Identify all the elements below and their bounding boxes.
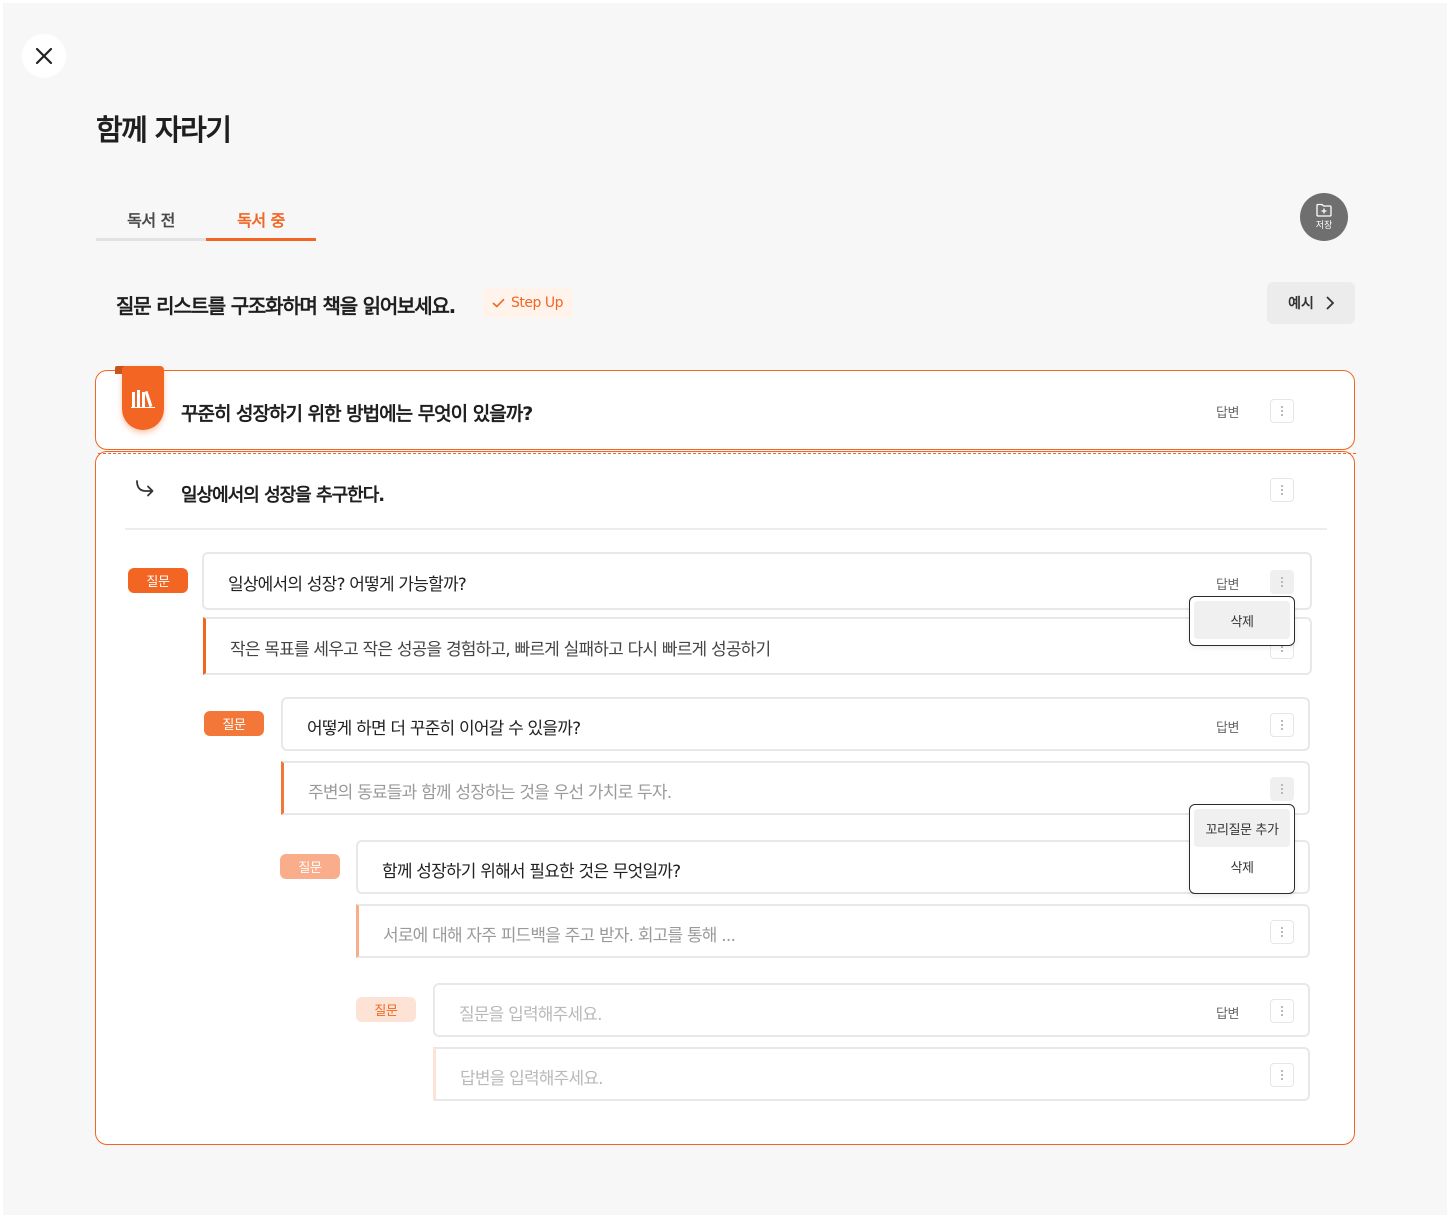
question-more-button[interactable] (1270, 999, 1294, 1023)
main-more-menu-button[interactable] (1270, 399, 1294, 423)
chevron-right-icon (1326, 296, 1334, 310)
reply-arrow-icon (134, 479, 156, 503)
answer-row-3[interactable]: 서로에 대해 자주 피드백을 주고 받자. 회고를 통해 ... (356, 904, 1310, 958)
main-question-text: 꾸준히 성장하기 위한 방법에는 무엇이 있을까? (181, 403, 533, 425)
close-button[interactable] (22, 34, 66, 78)
answer-more-button[interactable] (1270, 920, 1294, 944)
question-more-button[interactable] (1270, 713, 1294, 737)
main-answer-button[interactable]: 답변 (1216, 402, 1239, 421)
answer-button[interactable]: 답변 (1216, 574, 1239, 593)
menu-item-delete[interactable]: 삭제 (1194, 601, 1290, 639)
question-tag: 질문 (280, 854, 340, 879)
question-text[interactable]: 일상에서의 성장? 어떻게 가능할까? (228, 570, 467, 595)
more-vertical-icon (1281, 1005, 1283, 1017)
page-background: 함께 자라기 독서 전 독서 중 저장 질문 리스트를 구조화하며 책을 읽어보… (3, 3, 1447, 1215)
context-menu-delete: 삭제 (1189, 596, 1295, 646)
question-row-3[interactable]: 함께 성장하기 위해서 필요한 것은 무엇일까? (356, 840, 1310, 894)
answer-text[interactable]: 서로에 대해 자주 피드백을 주고 받자. 회고를 통해 ... (383, 921, 736, 946)
sub-answer-text: 일상에서의 성장을 추구한다. (181, 485, 385, 506)
sub-answer-more-button[interactable] (1270, 478, 1294, 502)
save-button[interactable]: 저장 (1300, 193, 1348, 241)
more-vertical-icon (1281, 926, 1283, 938)
folder-plus-icon (1316, 203, 1332, 217)
section-divider (125, 528, 1327, 530)
close-icon (35, 47, 53, 65)
question-more-button[interactable] (1270, 570, 1294, 594)
check-icon (492, 298, 505, 308)
answer-input[interactable]: 답변을 입력해주세요. (460, 1064, 604, 1089)
question-row-1[interactable]: 일상에서의 성장? 어떻게 가능할까? 답변 (202, 552, 1312, 610)
tab-bar: 독서 전 독서 중 (96, 202, 316, 241)
answer-row-2[interactable]: 주변의 동료들과 함께 성장하는 것을 우선 가치로 두자. (281, 761, 1310, 815)
question-input[interactable]: 질문을 입력해주세요. (459, 1000, 603, 1025)
question-tag: 질문 (128, 568, 188, 593)
more-vertical-icon (1281, 783, 1283, 795)
page-title: 함께 자라기 (96, 113, 232, 147)
answer-button[interactable]: 답변 (1216, 1003, 1239, 1022)
save-label: 저장 (1315, 221, 1333, 231)
dashed-divider (98, 453, 1356, 454)
context-menu-answer: 꼬리질문 추가 삭제 (1189, 804, 1295, 894)
question-text[interactable]: 함께 성장하기 위해서 필요한 것은 무엇일까? (382, 857, 681, 882)
question-input-row[interactable]: 질문을 입력해주세요. 답변 (433, 983, 1310, 1037)
step-up-label: Step Up (511, 295, 563, 311)
question-tag: 질문 (204, 711, 264, 736)
tab-while-reading[interactable]: 독서 중 (206, 202, 316, 241)
tab-before-reading[interactable]: 독서 전 (96, 202, 206, 238)
section-heading: 질문 리스트를 구조화하며 책을 읽어보세요. (116, 294, 456, 318)
more-vertical-icon (1281, 576, 1283, 588)
main-question-badge (122, 366, 164, 430)
question-row-2[interactable]: 어떻게 하면 더 꾸준히 이어갈 수 있을까? 답변 (281, 697, 1310, 751)
answer-more-button[interactable] (1270, 1063, 1294, 1087)
question-tag: 질문 (356, 997, 416, 1022)
answer-row-1[interactable]: 작은 목표를 세우고 작은 성공을 경험하고, 빠르게 실패하고 다시 빠르게 … (203, 617, 1312, 675)
step-up-badge[interactable]: Step Up (482, 288, 573, 318)
more-vertical-icon (1281, 1069, 1283, 1081)
books-icon (131, 390, 155, 408)
example-button[interactable]: 예시 (1267, 282, 1355, 324)
answer-more-button[interactable] (1270, 777, 1294, 801)
more-vertical-icon (1281, 719, 1283, 731)
answer-text[interactable]: 주변의 동료들과 함께 성장하는 것을 우선 가치로 두자. (308, 778, 672, 803)
more-vertical-icon (1281, 484, 1283, 496)
example-label: 예시 (1288, 296, 1314, 312)
question-text[interactable]: 어떻게 하면 더 꾸준히 이어갈 수 있을까? (307, 714, 581, 739)
answer-input-row[interactable]: 답변을 입력해주세요. (433, 1047, 1310, 1101)
menu-item-delete[interactable]: 삭제 (1194, 847, 1290, 885)
answer-button[interactable]: 답변 (1216, 717, 1239, 736)
menu-item-add-follow-up[interactable]: 꼬리질문 추가 (1194, 809, 1290, 847)
answer-text[interactable]: 작은 목표를 세우고 작은 성공을 경험하고, 빠르게 실패하고 다시 빠르게 … (230, 635, 771, 660)
more-vertical-icon (1281, 405, 1283, 417)
